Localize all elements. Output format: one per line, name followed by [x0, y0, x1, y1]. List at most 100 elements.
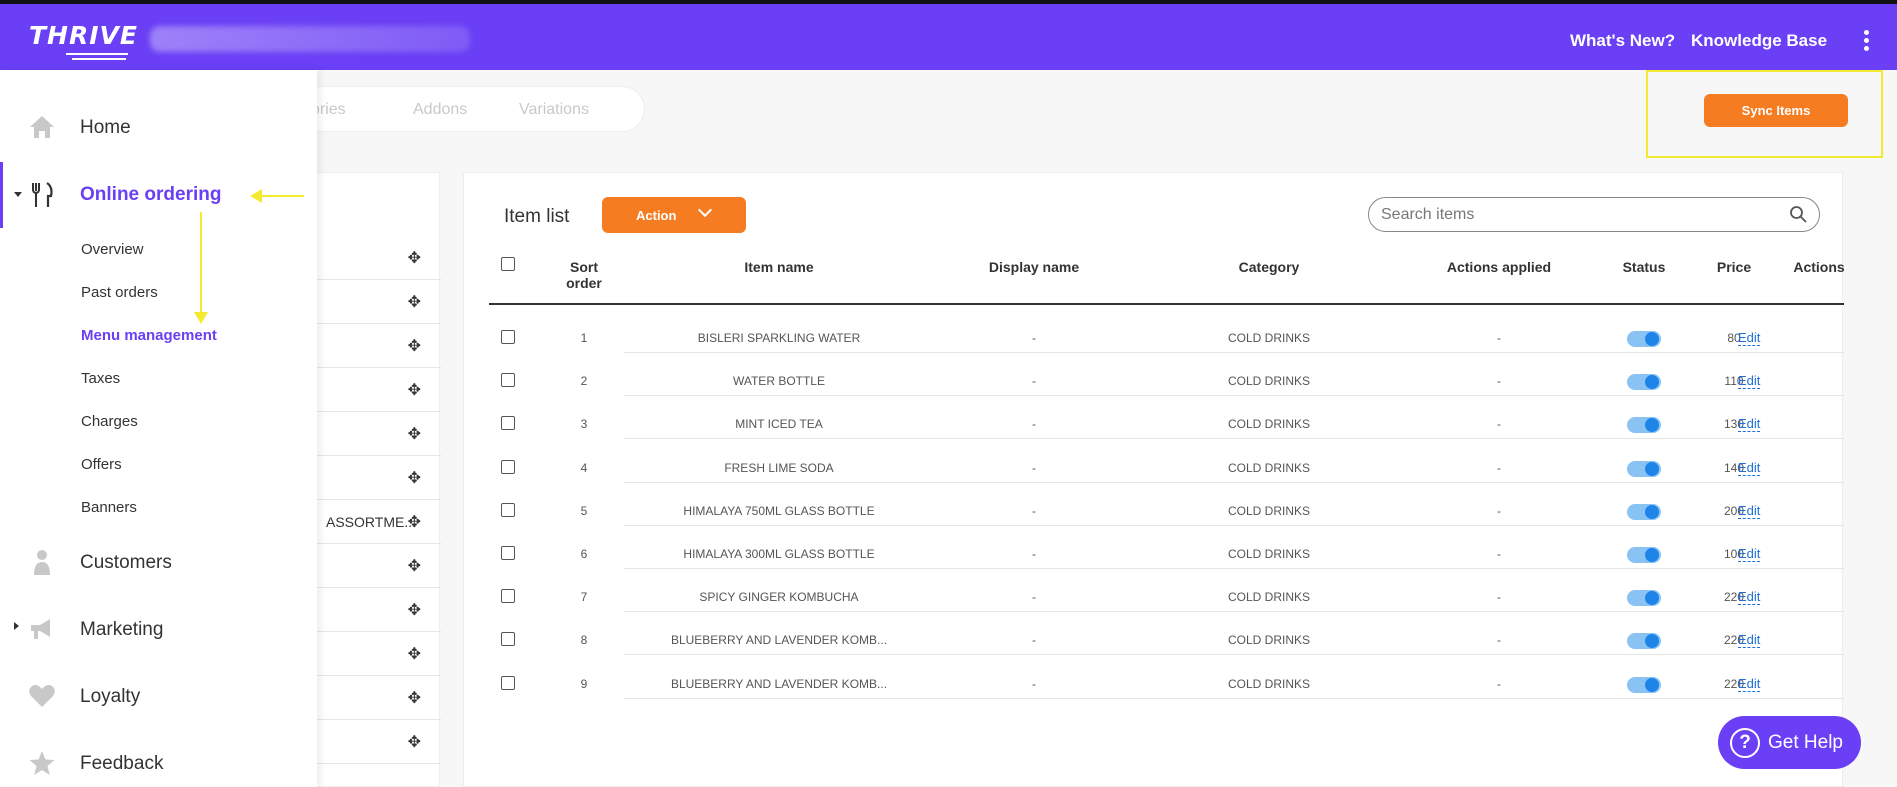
search-box[interactable]	[1368, 197, 1820, 232]
item-name-cell: BLUEBERRY AND LAVENDER KOMB...	[670, 677, 888, 691]
column-status[interactable]: Status	[1594, 259, 1694, 275]
status-toggle[interactable]	[1627, 633, 1661, 649]
price-cell: 110	[1724, 374, 1744, 388]
row-checkbox[interactable]	[501, 460, 515, 474]
app-frame: THRIVE What's New? Knowledge Base ories …	[0, 0, 1897, 787]
row-checkbox[interactable]	[501, 330, 515, 344]
sync-items-button[interactable]: Sync Items	[1704, 94, 1848, 127]
get-help-button[interactable]: ? Get Help	[1718, 716, 1861, 769]
status-toggle[interactable]	[1627, 504, 1661, 520]
action-dropdown-button[interactable]: Action	[602, 197, 746, 233]
more-menu-icon[interactable]	[1864, 30, 1870, 52]
drag-handle-icon[interactable]: ✥	[408, 424, 421, 444]
sidebar-item-marketing[interactable]: Marketing	[80, 619, 163, 641]
drag-handle-icon[interactable]: ✥	[408, 512, 421, 532]
item-name-cell: HIMALAYA 300ML GLASS BOTTLE	[683, 547, 875, 561]
status-toggle[interactable]	[1627, 331, 1661, 347]
status-toggle[interactable]	[1627, 547, 1661, 563]
caret-down-icon[interactable]	[14, 192, 22, 197]
drag-handle-icon[interactable]: ✥	[408, 732, 421, 752]
display-name-cell: -	[1032, 504, 1036, 518]
row-checkbox[interactable]	[501, 373, 515, 387]
row-divider	[624, 438, 1844, 439]
display-name-cell: -	[1032, 677, 1036, 691]
tab-variations[interactable]: Variations	[519, 101, 589, 119]
sidebar-item-online-ordering[interactable]: Online ordering	[80, 184, 221, 206]
drag-handle-icon[interactable]: ✥	[408, 380, 421, 400]
edit-link[interactable]: Edit	[1738, 676, 1761, 692]
store-name-blurred[interactable]	[150, 26, 470, 52]
row-divider	[624, 482, 1844, 483]
row-checkbox[interactable]	[501, 676, 515, 690]
search-icon[interactable]	[1789, 205, 1807, 223]
actions-applied-cell: -	[1497, 547, 1501, 561]
sort-order-cell: 1	[580, 331, 588, 345]
column-actions-applied[interactable]: Actions applied	[1404, 259, 1594, 275]
edit-link[interactable]: Edit	[1738, 589, 1761, 605]
sidebar-sub-past-orders[interactable]: Past orders	[81, 284, 158, 301]
category-cell: COLD DRINKS	[1227, 504, 1310, 518]
drag-handle-icon[interactable]: ✥	[408, 644, 421, 664]
whats-new-link[interactable]: What's New?	[1570, 31, 1675, 51]
column-sort-order[interactable]: Sort order	[552, 259, 616, 291]
sidebar-item-customers[interactable]: Customers	[80, 552, 172, 574]
sidebar-sub-offers[interactable]: Offers	[81, 456, 122, 473]
thrive-logo[interactable]: THRIVE	[29, 21, 138, 50]
sidebar-item-home[interactable]: Home	[80, 117, 131, 139]
sidebar-item-loyalty[interactable]: Loyalty	[80, 686, 140, 708]
toggle-knob	[1645, 591, 1659, 605]
drag-handle-icon[interactable]: ✥	[408, 336, 421, 356]
edit-link[interactable]: Edit	[1738, 460, 1761, 476]
row-checkbox[interactable]	[501, 503, 515, 517]
drag-handle-icon[interactable]: ✥	[408, 292, 421, 312]
edit-link[interactable]: Edit	[1738, 373, 1761, 389]
toggle-knob	[1645, 418, 1659, 432]
drag-handle-icon[interactable]: ✥	[408, 248, 421, 268]
column-price[interactable]: Price	[1694, 259, 1774, 275]
sidebar-sub-overview[interactable]: Overview	[81, 241, 144, 258]
caret-right-icon[interactable]	[14, 622, 19, 630]
status-toggle[interactable]	[1627, 461, 1661, 477]
status-toggle[interactable]	[1627, 417, 1661, 433]
sidebar-sub-charges[interactable]: Charges	[81, 413, 138, 430]
column-category[interactable]: Category	[1134, 259, 1404, 275]
row-checkbox[interactable]	[501, 546, 515, 560]
sidebar-item-feedback[interactable]: Feedback	[80, 753, 163, 775]
edit-link[interactable]: Edit	[1738, 546, 1761, 562]
toggle-knob	[1645, 634, 1659, 648]
category-cell: COLD DRINKS	[1227, 677, 1310, 691]
status-toggle[interactable]	[1627, 677, 1661, 693]
edit-link[interactable]: Edit	[1738, 632, 1761, 648]
column-item-name[interactable]: Item name	[624, 259, 934, 275]
column-actions: Actions	[1793, 259, 1845, 275]
sidebar-sub-menu-management[interactable]: Menu management	[81, 327, 217, 344]
drag-handle-icon[interactable]: ✥	[408, 468, 421, 488]
tab-addons[interactable]: Addons	[413, 101, 467, 119]
status-toggle[interactable]	[1627, 590, 1661, 606]
column-display-name[interactable]: Display name	[934, 259, 1134, 275]
status-toggle[interactable]	[1627, 374, 1661, 390]
row-checkbox[interactable]	[501, 416, 515, 430]
actions-applied-cell: -	[1497, 461, 1501, 475]
active-indicator	[0, 162, 3, 228]
toggle-knob	[1645, 678, 1659, 692]
sort-order-cell: 2	[580, 374, 588, 388]
select-all-checkbox[interactable]	[501, 257, 515, 271]
knowledge-base-link[interactable]: Knowledge Base	[1691, 31, 1827, 51]
row-divider	[624, 568, 1844, 569]
row-checkbox[interactable]	[501, 632, 515, 646]
edit-link[interactable]: Edit	[1738, 330, 1761, 346]
edit-link[interactable]: Edit	[1738, 416, 1761, 432]
drag-handle-icon[interactable]: ✥	[408, 556, 421, 576]
sidebar-sub-banners[interactable]: Banners	[81, 499, 137, 516]
edit-link[interactable]: Edit	[1738, 503, 1761, 519]
sidebar-sub-taxes[interactable]: Taxes	[81, 370, 120, 387]
drag-handle-icon[interactable]: ✥	[408, 688, 421, 708]
search-input[interactable]	[1381, 204, 1771, 226]
category-cell: COLD DRINKS	[1227, 461, 1310, 475]
drag-handle-icon[interactable]: ✥	[408, 600, 421, 620]
sort-order-cell: 8	[580, 633, 588, 647]
row-divider	[624, 654, 1844, 655]
row-checkbox[interactable]	[501, 589, 515, 603]
item-name-cell: MINT ICED TEA	[735, 417, 823, 431]
